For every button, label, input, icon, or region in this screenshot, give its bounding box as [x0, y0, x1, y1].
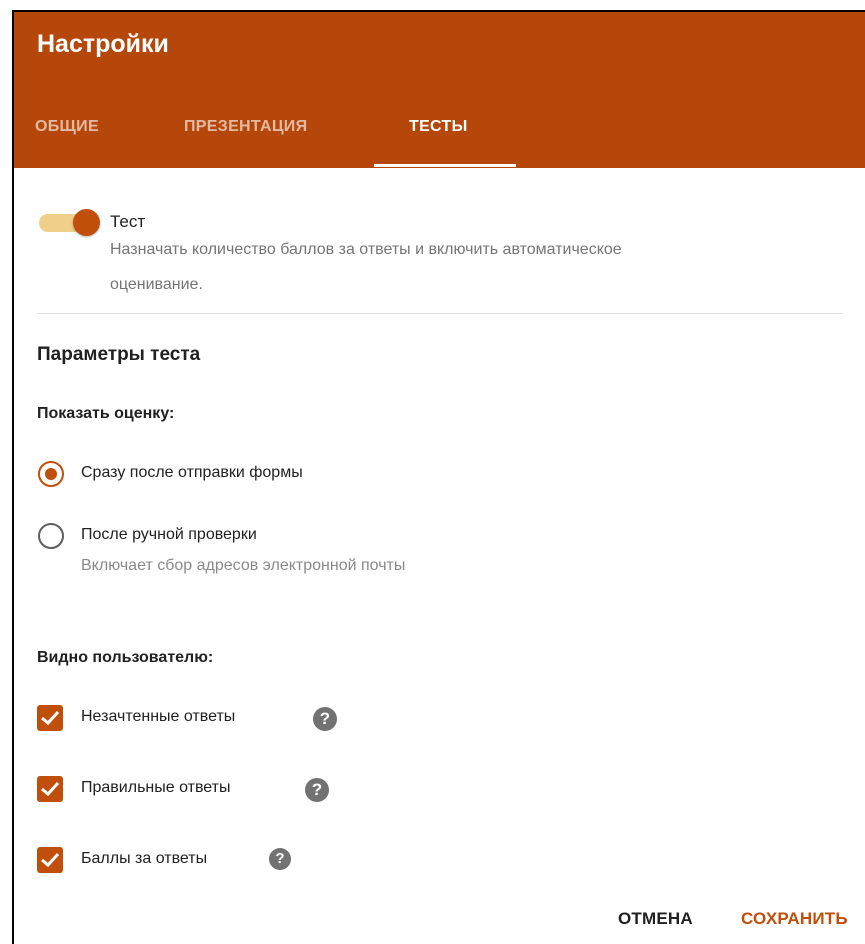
- radio-manual-review[interactable]: [38, 523, 64, 549]
- correct-answers-checkbox[interactable]: [37, 776, 63, 802]
- help-circle-icon[interactable]: ?: [313, 707, 337, 731]
- radio-manual-review-hint: Включает сбор адресов электронной почты: [81, 557, 406, 574]
- dialog-header: Настройки ОБЩИЕ ПРЕЗЕНТАЦИЯ ТЕСТЫ: [14, 12, 865, 168]
- quiz-params-heading: Параметры теста: [37, 344, 201, 365]
- release-grade-label: Показать оценку:: [37, 405, 175, 422]
- settings-dialog: Настройки ОБЩИЕ ПРЕЗЕНТАЦИЯ ТЕСТЫ Тест Н…: [12, 10, 865, 944]
- radio-immediately[interactable]: [38, 461, 64, 487]
- radio-immediately-label[interactable]: Сразу после отправки формы: [81, 464, 303, 482]
- cancel-button[interactable]: ОТМЕНА: [618, 909, 693, 929]
- point-values-checkbox[interactable]: [37, 847, 63, 873]
- respondent-can-see-label: Видно пользователю:: [37, 649, 214, 666]
- dialog-title: Настройки: [37, 30, 169, 58]
- quiz-toggle-label: Тест: [110, 212, 146, 231]
- quiz-toggle-description-line2: оценивание.: [110, 276, 203, 293]
- quiz-toggle-description-line1: Назначать количество баллов за ответы и …: [110, 241, 622, 258]
- help-circle-icon[interactable]: ?: [305, 778, 329, 802]
- point-values-label[interactable]: Баллы за ответы: [81, 850, 207, 868]
- radio-manual-review-label[interactable]: После ручной проверки: [81, 526, 257, 544]
- checkmark-icon: [41, 781, 60, 797]
- section-divider: [38, 313, 842, 314]
- active-tab-indicator: [374, 164, 516, 167]
- help-circle-icon[interactable]: ?: [269, 848, 291, 870]
- tab-presentation[interactable]: ПРЕЗЕНТАЦИЯ: [184, 118, 307, 136]
- checkmark-icon: [41, 710, 60, 726]
- toggle-knob: [73, 209, 100, 236]
- checkmark-icon: [41, 852, 60, 868]
- correct-answers-label[interactable]: Правильные ответы: [81, 779, 230, 797]
- tab-quizzes[interactable]: ТЕСТЫ: [409, 118, 468, 136]
- missed-answers-checkbox[interactable]: [37, 705, 63, 731]
- quiz-mode-toggle[interactable]: [39, 209, 100, 236]
- save-button[interactable]: СОХРАНИТЬ: [741, 909, 848, 929]
- tab-general[interactable]: ОБЩИЕ: [35, 118, 99, 136]
- missed-answers-label[interactable]: Незачтенные ответы: [81, 708, 235, 726]
